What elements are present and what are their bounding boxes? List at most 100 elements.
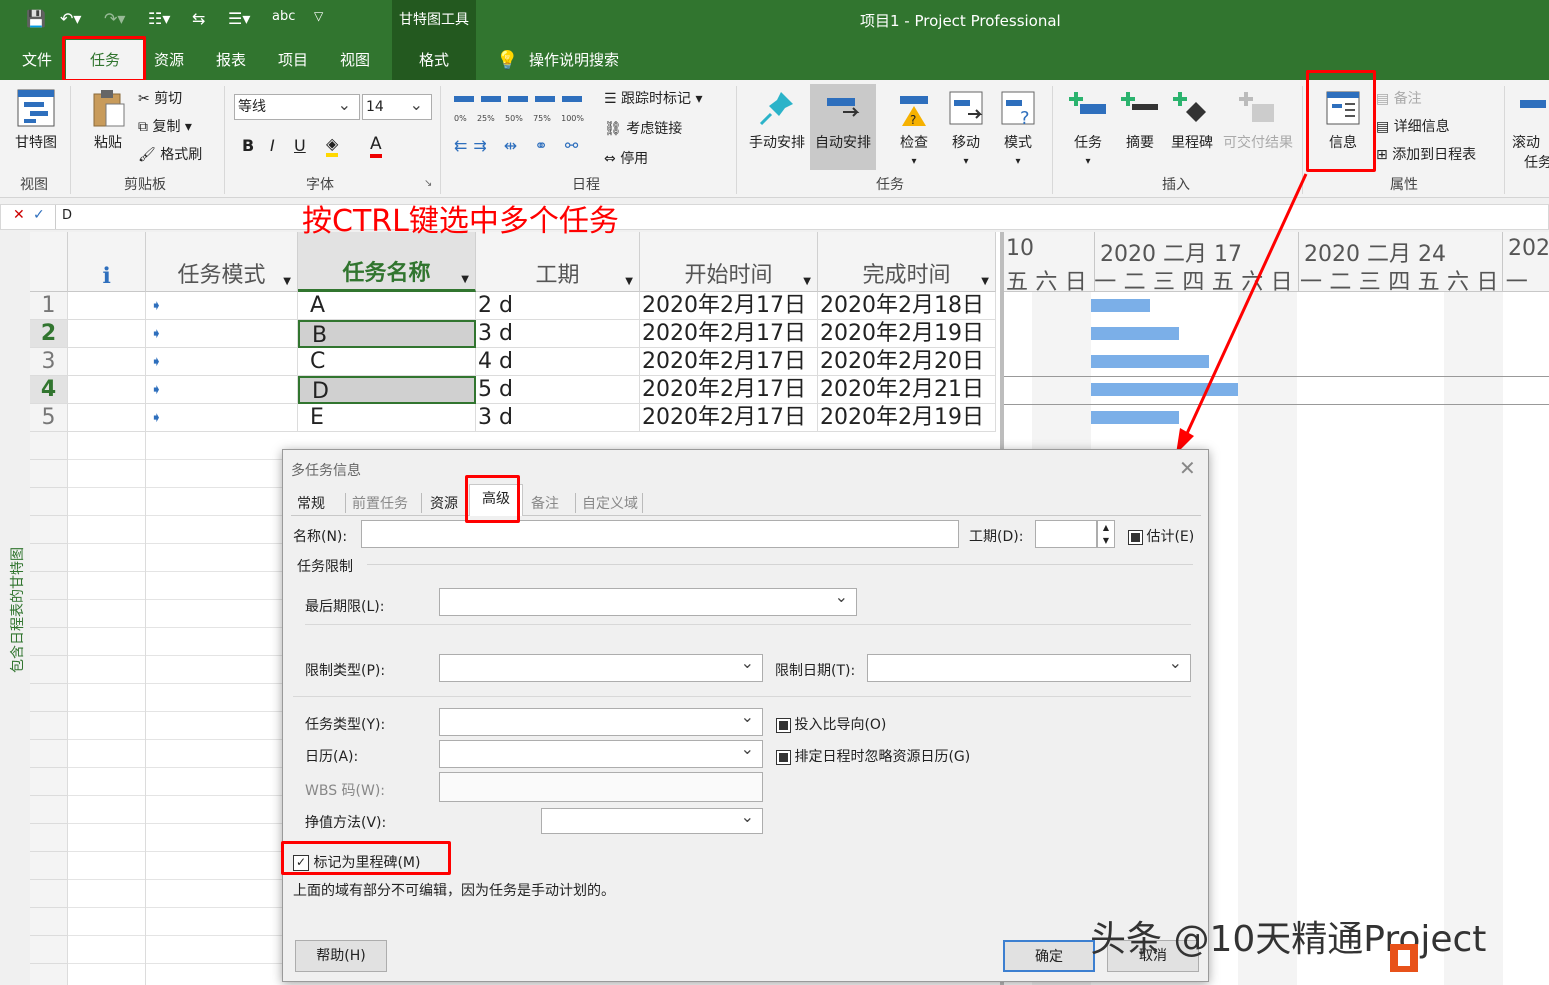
manual-task-icon[interactable]: ➧ (146, 348, 298, 376)
task-name-cell[interactable]: E (298, 404, 476, 432)
estimated-checkbox[interactable]: 估计(E) (1128, 526, 1194, 546)
deadline-select[interactable] (439, 587, 857, 616)
finish-cell[interactable]: 2020年2月19日 (818, 320, 996, 348)
header-task-mode[interactable]: 任务模式 ▼ (146, 232, 298, 292)
font-color-button[interactable]: A (370, 134, 382, 158)
tell-me-search[interactable]: 操作说明搜索 (522, 40, 626, 80)
tab-file[interactable]: 文件 (10, 40, 64, 80)
tab-custom-fields[interactable]: 自定义域 (575, 493, 643, 513)
close-icon[interactable]: ✕ (1179, 456, 1196, 480)
tab-general[interactable]: 常规 (297, 493, 325, 513)
row-number[interactable]: 4 (30, 376, 68, 404)
info-cell[interactable] (68, 292, 146, 320)
task-name-cell[interactable]: C (298, 348, 476, 376)
paste-button[interactable]: 粘贴 (84, 88, 132, 152)
start-cell[interactable]: 2020年2月17日 (640, 404, 818, 432)
format-icon[interactable]: ☰▾ (228, 9, 250, 28)
duration-cell[interactable]: 2 d (476, 292, 640, 320)
insert-task-button[interactable]: 任务 ▾ (1064, 88, 1112, 168)
tab-predecessors[interactable]: 前置任务 (345, 493, 408, 513)
finish-cell[interactable]: 2020年2月18日 (818, 292, 996, 320)
undo-icon[interactable]: ↶▾ (60, 9, 81, 28)
start-cell[interactable]: 2020年2月17日 (640, 292, 818, 320)
duration-cell[interactable]: 3 d (476, 404, 640, 432)
help-button[interactable]: 帮助(H) (295, 940, 387, 972)
info-cell[interactable] (68, 348, 146, 376)
header-finish[interactable]: 完成时间 ▼ (818, 232, 996, 292)
outline-icon[interactable]: ☷▾ (148, 9, 170, 28)
italic-button[interactable]: I (270, 136, 275, 155)
row-number[interactable]: 1 (30, 292, 68, 320)
insert-deliverable-button[interactable]: 可交付结果 (1220, 88, 1296, 152)
ok-button[interactable]: 确定 (1003, 940, 1095, 972)
task-name-cell[interactable]: D (298, 376, 476, 404)
info-cell[interactable] (68, 376, 146, 404)
dropdown-icon[interactable]: ▼ (461, 274, 469, 285)
inspect-button[interactable]: ? 检查 ▾ (890, 88, 938, 168)
header-start[interactable]: 开始时间 ▼ (640, 232, 818, 292)
duration-cell[interactable]: 5 d (476, 376, 640, 404)
respect-links-button[interactable]: ⛓ 考虑链接 (604, 118, 682, 138)
row-number[interactable]: 5 (30, 404, 68, 432)
task-type-select[interactable] (439, 707, 763, 736)
start-cell[interactable]: 2020年2月17日 (640, 348, 818, 376)
tab-format[interactable]: 格式 (392, 40, 476, 80)
duration-cell[interactable]: 3 d (476, 320, 640, 348)
font-name-select[interactable]: 等线 (234, 93, 360, 120)
inactivate-button[interactable]: ⇔ 停用 (604, 148, 648, 168)
manual-task-icon[interactable]: ➧ (146, 292, 298, 320)
manual-task-icon[interactable]: ➧ (146, 404, 298, 432)
indent-outdent-icons[interactable]: ⇇⇉ ⇹ ⚭ ⚯ (454, 136, 584, 155)
redo-icon[interactable]: ↷▾ (104, 9, 125, 28)
copy-button[interactable]: ⧉ 复制 ▾ (138, 116, 192, 136)
finish-cell[interactable]: 2020年2月21日 (818, 376, 996, 404)
underline-button[interactable]: U (294, 136, 306, 155)
calendar-select[interactable] (439, 739, 763, 768)
customize-qat-icon[interactable]: ▽ (314, 9, 323, 23)
tab-report[interactable]: 报表 (204, 40, 258, 80)
finish-cell[interactable]: 2020年2月19日 (818, 404, 996, 432)
start-cell[interactable]: 2020年2月17日 (640, 376, 818, 404)
earned-value-select[interactable] (541, 807, 763, 834)
tab-notes[interactable]: 备注 (531, 493, 559, 513)
manual-task-icon[interactable]: ➧ (146, 376, 298, 404)
manual-schedule-button[interactable]: 手动安排 (746, 88, 808, 152)
percent-complete-buttons[interactable]: 0% 25% 50% 75% 100% (454, 94, 584, 124)
dialog-launcher-icon[interactable]: ↘ (424, 178, 432, 189)
format-painter-button[interactable]: 🖌 格式刷 (138, 144, 202, 164)
select-all-corner[interactable] (30, 232, 68, 292)
table-row[interactable]: 2 ➧ B 3 d 2020年2月17日 2020年2月19日 (30, 320, 996, 348)
task-name-cell[interactable]: A (298, 292, 476, 320)
table-row[interactable]: 1 ➧ A 2 d 2020年2月17日 2020年2月18日 (30, 292, 996, 320)
auto-schedule-button[interactable]: 自动安排 (810, 84, 876, 170)
accept-entry-icon[interactable]: ✓ (33, 207, 45, 223)
task-name-cell[interactable]: B (298, 320, 476, 348)
dropdown-icon[interactable]: ▼ (283, 276, 291, 287)
header-task-name[interactable]: 任务名称 ▼ (298, 232, 476, 292)
mode-button[interactable]: ? 模式 ▾ (994, 88, 1042, 168)
dropdown-icon[interactable]: ▼ (625, 276, 633, 287)
name-input[interactable] (361, 520, 959, 548)
header-info[interactable]: ℹ (68, 232, 146, 292)
constraint-date-select[interactable] (867, 653, 1191, 682)
cancel-entry-icon[interactable]: ✕ (13, 207, 25, 223)
bold-button[interactable]: B (242, 136, 254, 155)
ignore-resource-calendar-checkbox[interactable]: 排定日程时忽略资源日历(G) (776, 746, 970, 766)
save-icon[interactable]: 💾 (26, 9, 46, 28)
table-row[interactable]: 4 ➧ D 5 d 2020年2月17日 2020年2月21日 (30, 376, 996, 404)
wbs-input[interactable] (439, 772, 763, 802)
dropdown-icon[interactable]: ▼ (981, 276, 989, 287)
duration-input[interactable] (1035, 520, 1097, 548)
manual-task-icon[interactable]: ➧ (146, 320, 298, 348)
finish-cell[interactable]: 2020年2月20日 (818, 348, 996, 376)
info-cell[interactable] (68, 404, 146, 432)
insert-milestone-button[interactable]: 里程碑 (1166, 88, 1218, 152)
scroll-to-task-button[interactable]: 滚动 任务 (1512, 88, 1549, 172)
move-button[interactable]: 移动 ▾ (942, 88, 990, 168)
dropdown-icon[interactable]: ▼ (803, 276, 811, 287)
tab-resources[interactable]: 资源 (421, 493, 458, 513)
duration-cell[interactable]: 4 d (476, 348, 640, 376)
add-to-timeline-button[interactable]: ⊞ 添加到日程表 (1376, 144, 1476, 164)
tab-view[interactable]: 视图 (328, 40, 382, 80)
row-number[interactable]: 2 (30, 320, 68, 348)
